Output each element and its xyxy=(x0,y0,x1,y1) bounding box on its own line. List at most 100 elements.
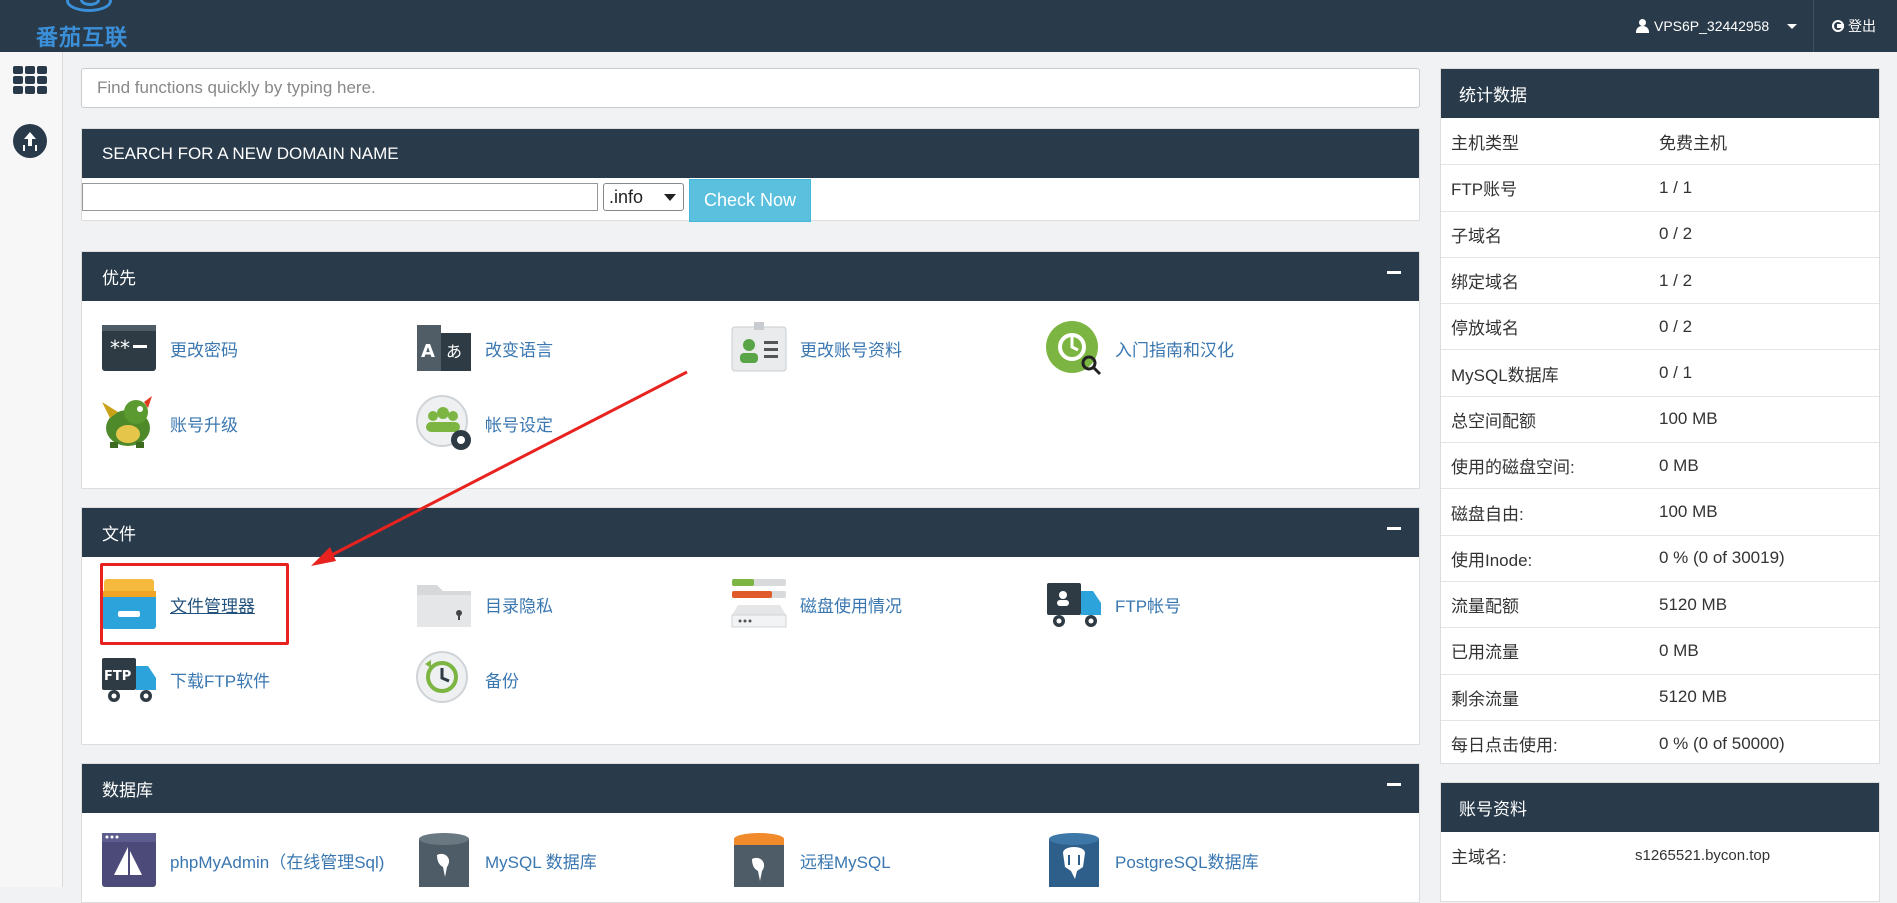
quick-search-input[interactable] xyxy=(81,68,1420,108)
stat-key: 使用Inode: xyxy=(1451,550,1533,570)
stat-row: 已用流量 0 MB xyxy=(1441,627,1879,673)
collapse-icon[interactable] xyxy=(1387,527,1401,530)
language-icon: Aあ xyxy=(415,319,473,377)
statistics-table: 主机类型 免费主机 FTP账号 1 / 1 子域名 0 / 2 绑定域名 1 / 2 停放域名 0… xyxy=(1441,118,1879,766)
contact-card-icon xyxy=(730,319,788,377)
statistics-header: 统计数据 xyxy=(1441,69,1879,118)
caret-down-icon xyxy=(1787,23,1798,29)
item-label: 目录隐私 xyxy=(485,596,553,616)
collapse-icon[interactable] xyxy=(1387,271,1401,274)
stat-row: 子域名 0 / 2 xyxy=(1441,210,1879,257)
upload-icon[interactable] xyxy=(13,124,47,158)
account-value: s1265521.bycon.top xyxy=(1635,846,1771,864)
stat-row: 绑定域名 1 / 2 xyxy=(1441,256,1879,303)
logout-icon xyxy=(1832,20,1844,32)
apps-grid-icon[interactable] xyxy=(13,66,47,94)
logo-text: 番茄互联 xyxy=(36,26,129,51)
stat-key: 流量配额 xyxy=(1451,597,1519,617)
item-label: 改变语言 xyxy=(485,340,553,360)
password-icon: ** xyxy=(100,319,158,377)
item-postgresql-databases[interactable]: PostgreSQL数据库 xyxy=(1045,830,1259,890)
item-disk-usage[interactable]: 磁盘使用情况 xyxy=(730,574,902,634)
panel-header: 优先 xyxy=(82,252,1419,301)
account-info-header: 账号资料 xyxy=(1441,783,1879,832)
panel-header: 文件 xyxy=(82,508,1419,557)
item-label: PostgreSQL数据库 xyxy=(1115,852,1259,872)
tld-select[interactable]: .info xyxy=(603,183,684,211)
svg-text:**: ** xyxy=(110,336,130,360)
stat-value: 100 MB xyxy=(1659,409,1718,429)
user-menu[interactable]: VPS6P_32442958 xyxy=(1622,0,1814,52)
folder-lock-icon xyxy=(415,575,473,633)
stat-row: 总空间配额 100 MB xyxy=(1441,395,1879,442)
item-getting-started[interactable]: 入门指南和汉化 xyxy=(1045,318,1234,378)
stat-row: 使用Inode: 0 % (0 of 30019) xyxy=(1441,534,1879,581)
item-label: 更改密码 xyxy=(170,340,238,360)
item-download-ftp-software[interactable]: FTP 下载FTP软件 xyxy=(100,649,270,709)
item-label: FTP帐号 xyxy=(1115,596,1182,616)
item-label: 远程MySQL xyxy=(800,852,891,872)
statistics-panel: 统计数据 主机类型 免费主机 FTP账号 1 / 1 子域名 0 / 2 绑定域名 1 / 2… xyxy=(1440,68,1880,764)
item-backup[interactable]: 备份 xyxy=(415,649,519,709)
getting-started-icon xyxy=(1045,319,1103,377)
item-account-upgrade[interactable]: 账号升级 xyxy=(100,393,238,453)
dragon-icon xyxy=(100,394,158,452)
stat-value: 5120 MB xyxy=(1659,594,1728,614)
stat-key: 磁盘自由: xyxy=(1451,504,1524,524)
item-phpmyadmin[interactable]: phpMyAdmin（在线管理Sql) xyxy=(100,830,384,890)
stat-key: 使用的磁盘空间: xyxy=(1451,458,1575,478)
stat-row: 停放域名 0 / 2 xyxy=(1441,303,1879,349)
svg-text:A: A xyxy=(421,341,435,362)
database-panel: 数据库 phpMyAdmin（在线管理Sql) MySQL 数据库 远程MySQ… xyxy=(81,763,1420,903)
panel-header: SEARCH FOR A NEW DOMAIN NAME xyxy=(82,129,1419,178)
logout-button[interactable]: 登出 xyxy=(1832,0,1876,52)
stat-key: 绑定域名 xyxy=(1451,273,1519,293)
account-row: 主域名: s1265521.bycon.top xyxy=(1441,832,1879,878)
disk-usage-icon xyxy=(730,575,788,633)
username: VPS6P_32442958 xyxy=(1654,18,1770,34)
panel-title: 文件 xyxy=(102,525,136,544)
stat-key: 子域名 xyxy=(1451,226,1502,246)
left-rail xyxy=(0,52,63,887)
svg-text:あ: あ xyxy=(446,342,462,361)
logo[interactable]: 番茄互联 xyxy=(36,0,146,52)
remote-mysql-icon xyxy=(730,831,788,889)
stat-key: 每日点击使用: xyxy=(1451,736,1558,755)
check-now-button[interactable]: Check Now xyxy=(689,179,811,222)
item-ftp-accounts[interactable]: FTP帐号 xyxy=(1045,574,1181,634)
panel-header: 数据库 xyxy=(82,764,1419,813)
phpmyadmin-icon xyxy=(100,831,158,889)
item-change-password[interactable]: ** 更改密码 xyxy=(100,318,238,378)
item-directory-privacy[interactable]: 目录隐私 xyxy=(415,574,553,634)
stat-row: 流量配额 5120 MB xyxy=(1441,580,1879,627)
item-change-language[interactable]: Aあ 改变语言 xyxy=(415,318,553,378)
item-account-settings[interactable]: 帐号设定 xyxy=(415,393,553,453)
item-remote-mysql[interactable]: 远程MySQL xyxy=(730,830,891,890)
domain-name-input[interactable] xyxy=(82,183,598,211)
domain-search-panel: SEARCH FOR A NEW DOMAIN NAME .info Check… xyxy=(81,128,1420,222)
users-gear-icon xyxy=(415,394,473,452)
collapse-icon[interactable] xyxy=(1387,783,1401,786)
item-change-account-info[interactable]: 更改账号资料 xyxy=(730,318,902,378)
panel-title: SEARCH FOR A NEW DOMAIN NAME xyxy=(102,143,399,163)
item-mysql-databases[interactable]: MySQL 数据库 xyxy=(415,830,597,890)
stat-key: 主机类型 xyxy=(1451,133,1519,153)
mysql-database-icon xyxy=(415,831,473,889)
stat-row: 剩余流量 5120 MB xyxy=(1441,673,1879,720)
stat-key: FTP账号 xyxy=(1451,180,1518,200)
stat-value: 0 MB xyxy=(1659,640,1699,660)
logout-label: 登出 xyxy=(1848,18,1876,34)
stat-value: 0 % (0 of 50000) xyxy=(1659,733,1785,753)
item-label: MySQL 数据库 xyxy=(485,852,597,872)
ftp-truck-icon xyxy=(1045,575,1103,633)
svg-text:FTP: FTP xyxy=(104,669,131,684)
item-label: 磁盘使用情况 xyxy=(800,596,902,616)
item-label: 更改账号资料 xyxy=(800,340,902,360)
stat-row: 主机类型 免费主机 xyxy=(1441,118,1879,164)
stat-key: 已用流量 xyxy=(1451,643,1519,663)
stat-value: 0 / 1 xyxy=(1659,363,1693,383)
stat-value: 1 / 2 xyxy=(1659,270,1693,290)
account-info-title: 账号资料 xyxy=(1459,800,1527,819)
stat-row: MySQL数据库 0 / 1 xyxy=(1441,349,1879,395)
postgresql-icon xyxy=(1045,831,1103,889)
